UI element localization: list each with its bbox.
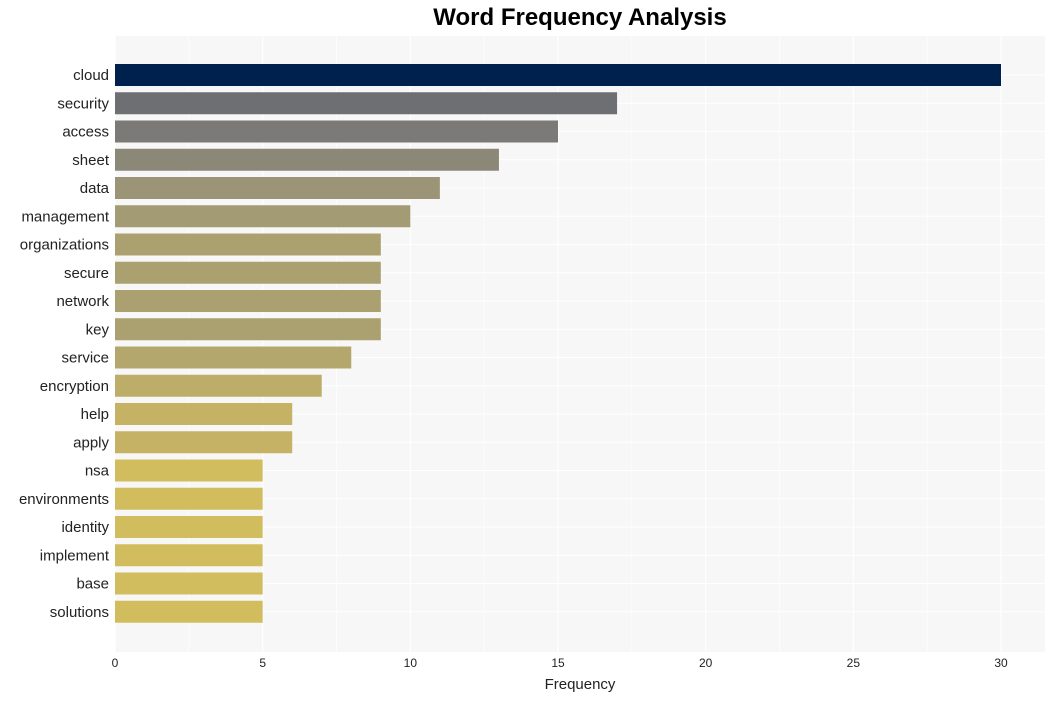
y-label-service: service (61, 350, 109, 367)
bar-chart: cloud security access sheet data management or… (19, 36, 1045, 693)
bar-organizations (115, 233, 381, 256)
bar-base (115, 572, 263, 595)
bar-data (115, 177, 440, 199)
y-label-implement: implement (40, 547, 110, 564)
y-label-organizations: organizations (20, 237, 109, 254)
y-label-cloud: cloud (73, 67, 109, 84)
bar-management (115, 205, 411, 228)
bar-security (115, 92, 618, 115)
y-label-secure: secure (64, 265, 109, 282)
x-tick-5: 5 (259, 656, 266, 670)
bar-nsa (115, 459, 263, 482)
bar-secure (115, 261, 381, 284)
x-tick-30: 30 (994, 656, 1008, 670)
y-label-identity: identity (61, 519, 109, 536)
y-axis-labels: cloud security access sheet data management or… (19, 67, 110, 621)
bar-identity (115, 516, 263, 538)
x-tick-15: 15 (551, 656, 565, 670)
y-label-data: data (80, 180, 110, 197)
y-label-solutions: solutions (50, 604, 109, 621)
bar-access (115, 120, 558, 143)
y-label-encryption: encryption (40, 378, 109, 395)
bar-apply (115, 431, 293, 454)
bar-service (115, 346, 352, 369)
y-label-network: network (56, 293, 109, 310)
bar-key (115, 318, 381, 341)
y-label-apply: apply (73, 434, 109, 451)
bar-solutions (115, 600, 263, 623)
y-label-management: management (21, 208, 109, 225)
y-label-sheet: sheet (72, 152, 110, 169)
x-tick-10: 10 (404, 656, 418, 670)
bar-cloud (115, 64, 1001, 86)
x-axis-label: Frequency (545, 676, 616, 693)
bar-network (115, 290, 381, 312)
bar-environments (115, 487, 263, 510)
y-label-security: security (57, 95, 109, 112)
x-axis-ticks: 0 5 10 15 20 25 30 (112, 656, 1008, 670)
y-label-environments: environments (19, 491, 109, 508)
bar-sheet (115, 148, 499, 171)
bar-implement (115, 544, 263, 567)
y-label-access: access (62, 124, 109, 141)
bar-help (115, 403, 293, 425)
y-label-help: help (81, 406, 109, 423)
y-label-nsa: nsa (85, 463, 110, 480)
y-label-key: key (86, 321, 110, 338)
x-tick-25: 25 (847, 656, 861, 670)
x-tick-0: 0 (112, 656, 119, 670)
y-label-base: base (76, 576, 109, 593)
x-tick-20: 20 (699, 656, 713, 670)
bar-encryption (115, 374, 322, 397)
